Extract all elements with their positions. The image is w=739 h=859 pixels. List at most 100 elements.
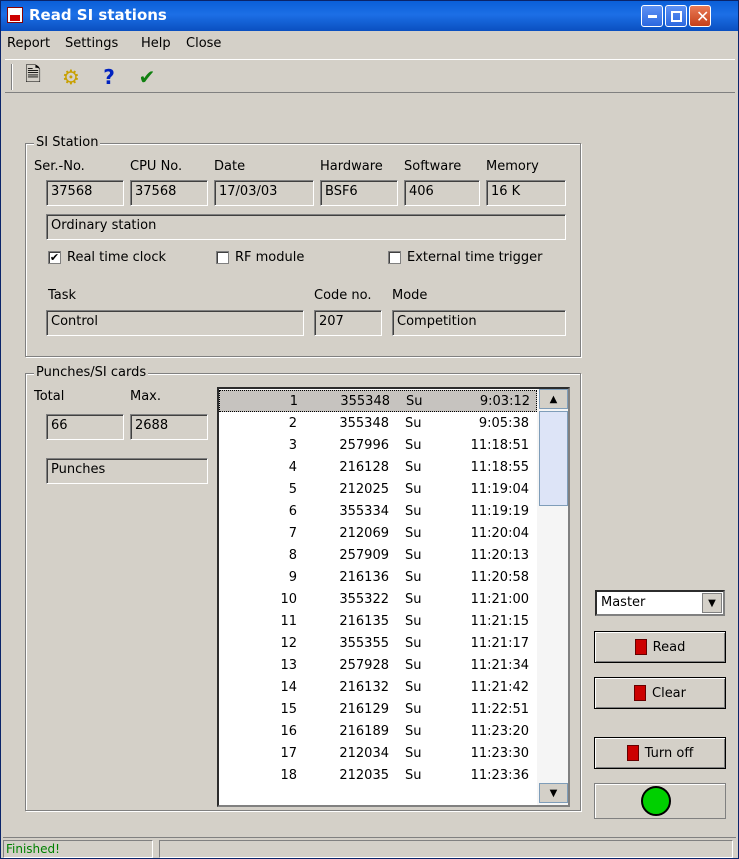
day: Su (405, 415, 422, 431)
time: 11:20:04 (470, 525, 529, 541)
software-label: Software (404, 159, 462, 174)
si-station-group: SI Station Ser.-No. CPU No. Date Hardwar… (25, 135, 581, 357)
day: Su (405, 481, 422, 497)
settings-icon[interactable]: ⚙ (57, 63, 85, 91)
card-number: 216128 (339, 459, 389, 475)
list-scrollbar[interactable]: ▲ ▼ (537, 389, 568, 805)
card-number: 216136 (339, 569, 389, 585)
day: Su (405, 745, 422, 761)
card-icon (634, 639, 647, 655)
scroll-thumb[interactable] (539, 411, 568, 506)
menu-report[interactable]: Report (7, 36, 50, 51)
punch-type-field: Punches (46, 458, 208, 484)
card-number: 257928 (339, 657, 389, 673)
day: Su (405, 525, 422, 541)
list-item[interactable]: 10 355322 Su 11:21:00 (219, 588, 537, 610)
punch-index: 13 (280, 657, 297, 673)
card-number: 216135 (339, 613, 389, 629)
time: 11:20:13 (470, 547, 529, 563)
punch-index: 10 (280, 591, 297, 607)
title-bar[interactable]: Read SI stations ✕ (1, 1, 738, 31)
day: Su (405, 723, 422, 739)
clear-button[interactable]: Clear (594, 677, 726, 709)
card-number: 216129 (339, 701, 389, 717)
list-item[interactable]: 15 216129 Su 11:22:51 (219, 698, 537, 720)
time: 11:21:42 (470, 679, 529, 695)
card-number: 355348 (340, 393, 390, 409)
list-item[interactable]: 6 355334 Su 11:19:19 (219, 500, 537, 522)
card-icon (634, 685, 646, 701)
close-window-button[interactable]: ✕ (689, 5, 711, 27)
list-item[interactable]: 3 257996 Su 11:18:51 (219, 434, 537, 456)
serno-field: 37568 (46, 180, 124, 206)
read-button[interactable]: Read (594, 631, 726, 663)
scroll-up-button[interactable]: ▲ (539, 389, 568, 409)
punch-index: 7 (288, 525, 297, 541)
codeno-label: Code no. (314, 288, 372, 303)
external-trigger-checkbox[interactable]: External time trigger (388, 250, 542, 265)
check-icon[interactable]: ✔ (133, 63, 161, 91)
day: Su (405, 657, 422, 673)
max-field: 2688 (130, 414, 208, 440)
report-icon[interactable]: 🗎 (19, 62, 47, 91)
chevron-down-icon: ▼ (702, 593, 722, 613)
cpuno-label: CPU No. (130, 159, 183, 174)
rf-module-checkbox[interactable]: RF module (216, 250, 304, 265)
list-item[interactable]: 8 257909 Su 11:20:13 (219, 544, 537, 566)
mode-select[interactable]: Master ▼ (595, 590, 725, 616)
punch-index: 5 (288, 481, 297, 497)
menu-settings[interactable]: Settings (65, 36, 118, 51)
check-icon: ✔ (48, 251, 61, 264)
list-item[interactable]: 12 355355 Su 11:21:17 (219, 632, 537, 654)
codeno-field: 207 (314, 310, 382, 336)
list-item[interactable]: 17 212034 Su 11:23:30 (219, 742, 537, 764)
punch-index: 2 (288, 415, 297, 431)
card-number: 355355 (339, 635, 389, 651)
list-item[interactable]: 14 216132 Su 11:21:42 (219, 676, 537, 698)
scroll-down-button[interactable]: ▼ (539, 783, 568, 803)
led-icon (641, 786, 671, 816)
help-icon[interactable]: ? (95, 63, 123, 91)
punch-index: 11 (280, 613, 297, 629)
turn-off-button[interactable]: Turn off (594, 737, 726, 769)
list-item[interactable]: 4 216128 Su 11:18:55 (219, 456, 537, 478)
card-number: 355322 (339, 591, 389, 607)
punches-list[interactable]: 1 355348 Su 9:03:12 2 355348 Su 9:05:38 3 257996 S… (217, 387, 570, 807)
punch-index: 14 (280, 679, 297, 695)
day: Su (405, 767, 422, 783)
time: 11:23:20 (470, 723, 529, 739)
card-number: 216132 (339, 679, 389, 695)
menu-help[interactable]: Help (141, 36, 171, 51)
task-label: Task (48, 288, 77, 303)
time: 9:05:38 (478, 415, 529, 431)
status-bar: Finished! (3, 837, 736, 858)
realtime-clock-checkbox[interactable]: ✔ Real time clock (48, 250, 166, 265)
toolbar: 🗎 ⚙ ? ✔ (5, 59, 735, 93)
day: Su (405, 547, 422, 563)
card-number: 212025 (339, 481, 389, 497)
list-item[interactable]: 11 216135 Su 11:21:15 (219, 610, 537, 632)
mode-field: Competition (392, 310, 566, 336)
list-item[interactable]: 16 216189 Su 11:23:20 (219, 720, 537, 742)
cpuno-field: 37568 (130, 180, 208, 206)
menu-close[interactable]: Close (186, 36, 221, 51)
hardware-label: Hardware (320, 159, 383, 174)
list-item[interactable]: 2 355348 Su 9:05:38 (219, 412, 537, 434)
list-item[interactable]: 9 216136 Su 11:20:58 (219, 566, 537, 588)
list-item[interactable]: 18 212035 Su 11:23:36 (219, 764, 537, 786)
card-number: 212069 (339, 525, 389, 541)
list-item[interactable]: 13 257928 Su 11:21:34 (219, 654, 537, 676)
maximize-button[interactable] (665, 5, 687, 27)
list-item[interactable]: 5 212025 Su 11:19:04 (219, 478, 537, 500)
status-text: Finished! (3, 840, 153, 858)
punch-index: 17 (280, 745, 297, 761)
card-number: 212034 (339, 745, 389, 761)
day: Su (405, 701, 422, 717)
punch-index: 12 (280, 635, 297, 651)
card-icon (626, 745, 639, 761)
day: Su (405, 503, 422, 519)
list-item[interactable]: 1 355348 Su 9:03:12 (219, 390, 537, 412)
list-item[interactable]: 7 212069 Su 11:20:04 (219, 522, 537, 544)
minimize-button[interactable] (641, 5, 663, 27)
day: Su (405, 679, 422, 695)
